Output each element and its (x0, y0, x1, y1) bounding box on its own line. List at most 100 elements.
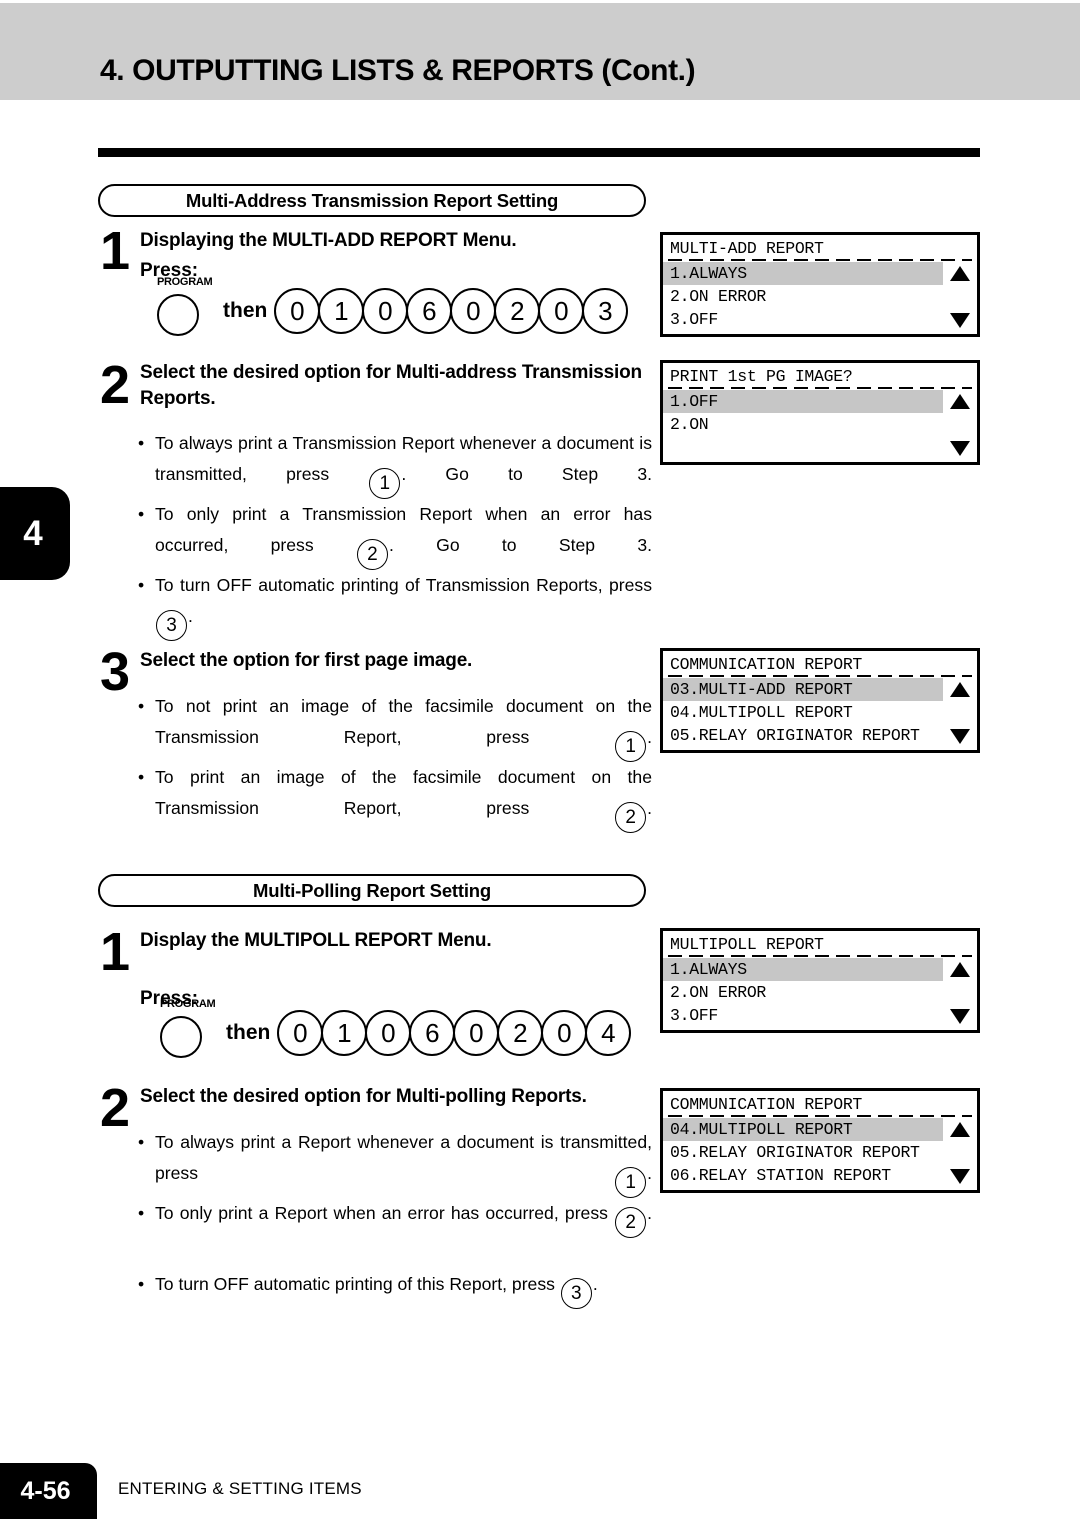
lcd-row-selected[interactable]: 1.ALWAYS (663, 262, 943, 285)
scroll-down-icon[interactable] (950, 441, 970, 456)
lcd-separator (668, 955, 972, 957)
lcd-row[interactable]: 3.OFF (663, 1004, 977, 1027)
inline-key[interactable]: 1 (369, 468, 401, 499)
lcd-row[interactable]: 2.ON ERROR (663, 285, 977, 308)
lcd-row[interactable]: 3.OFF (663, 308, 977, 331)
numeric-key[interactable]: 1 (318, 288, 365, 334)
lcd-separator (668, 1115, 972, 1117)
lcd-panel-print-1st-pg-image: PRINT 1st PG IMAGE? 1.OFF 2.ON (660, 360, 980, 465)
lcd-row-selected[interactable]: 1.ALWAYS (663, 958, 943, 981)
lcd-row[interactable]: 2.ON ERROR (663, 981, 977, 1004)
lcd-body: 1.OFF 2.ON (663, 390, 977, 459)
bullet-dot-icon: • (138, 433, 145, 453)
header-divider-rule (98, 148, 980, 157)
inline-key[interactable]: 1 (615, 731, 647, 762)
bullet-text-post: . (647, 1203, 652, 1223)
bullet-text-post: . Go to Step 3. (401, 464, 652, 484)
bullet-dot-icon: • (138, 504, 145, 524)
scroll-up-icon[interactable] (950, 266, 970, 281)
lcd-row[interactable]: 04.MULTIPOLL REPORT (663, 701, 977, 724)
bullet-text-post: . (592, 1274, 598, 1294)
lcd-row-selected[interactable]: 1.OFF (663, 390, 943, 413)
step-heading-1-2: Select the desired option for Multi-addr… (140, 362, 642, 409)
lcd-panel-communication-report-1: COMMUNICATION REPORT 03.MULTI-ADD REPORT… (660, 648, 980, 753)
scroll-down-icon[interactable] (950, 1169, 970, 1184)
lcd-row[interactable]: 06.RELAY STATION REPORT (663, 1164, 977, 1187)
lcd-body: 1.ALWAYS 2.ON ERROR 3.OFF (663, 958, 977, 1027)
lcd-separator (668, 259, 972, 261)
bullet-item: • To only print a Report when an error ha… (138, 1198, 652, 1269)
numeric-key[interactable]: 0 (274, 288, 321, 334)
numeric-key[interactable]: 2 (494, 288, 541, 334)
bullet-item: • To turn OFF automatic printing of this … (138, 1269, 665, 1309)
scroll-up-icon[interactable] (950, 394, 970, 409)
numeric-key[interactable]: 1 (321, 1010, 368, 1056)
section-title-label: Multi-Polling Report Setting (253, 879, 491, 901)
inline-key[interactable]: 2 (356, 539, 388, 570)
inline-key[interactable]: 3 (156, 610, 187, 641)
step-number-1-3: 3 (100, 642, 131, 702)
lcd-row-selected[interactable]: 04.MULTIPOLL REPORT (663, 1118, 943, 1141)
scroll-down-icon[interactable] (950, 313, 970, 328)
numeric-key-sequence-1-1: 0 1 0 6 0 2 0 3 (274, 288, 629, 334)
numeric-key[interactable]: 4 (585, 1010, 632, 1056)
lcd-row-selected[interactable]: 03.MULTI-ADD REPORT (663, 678, 943, 701)
inline-key[interactable]: 2 (615, 802, 647, 833)
bullet-dot-icon: • (138, 1274, 145, 1294)
bullet-text-pre: To print an image of the facsimile docum… (155, 767, 652, 818)
bullet-text-post: . (647, 1163, 652, 1183)
program-key[interactable]: PROGRAM (155, 276, 213, 336)
numeric-key[interactable]: 2 (497, 1010, 544, 1056)
numeric-key[interactable]: 0 (450, 288, 497, 334)
program-key[interactable]: PROGRAM (158, 998, 216, 1058)
scroll-up-icon[interactable] (950, 962, 970, 977)
step-heading-2-2: Select the desired option for Multi-poll… (140, 1086, 587, 1107)
scroll-down-icon[interactable] (950, 729, 970, 744)
bullet-text-pre: To not print an image of the facsimile d… (155, 696, 652, 747)
footer-running-title: ENTERING & SETTING ITEMS (118, 1479, 362, 1498)
scroll-up-icon[interactable] (950, 682, 970, 697)
numeric-key[interactable]: 0 (541, 1010, 588, 1056)
numeric-key[interactable]: 0 (362, 288, 409, 334)
numeric-key[interactable]: 0 (365, 1010, 412, 1056)
page-title: 4. OUTPUTTING LISTS & REPORTS (Cont.) (100, 54, 696, 87)
step-number-1-2: 2 (100, 355, 131, 415)
step-number-2-2: 2 (100, 1078, 131, 1138)
lcd-row[interactable]: 2.ON (663, 413, 977, 436)
bullet-text-post: . Go to Step 3. (388, 535, 653, 555)
lcd-row[interactable]: 05.RELAY ORIGINATOR REPORT (663, 1141, 977, 1164)
section-title-multi-polling: Multi-Polling Report Setting (98, 874, 646, 907)
bullet-dot-icon: • (138, 767, 145, 787)
bullet-text-pre: To only print a Report when an error has… (155, 1203, 615, 1223)
bullet-text-post: . (647, 798, 652, 818)
lcd-separator (668, 675, 972, 677)
numeric-key[interactable]: 6 (409, 1010, 456, 1056)
section-title-label: Multi-Address Transmission Report Settin… (185, 189, 559, 211)
bullet-text-post: . (647, 727, 652, 747)
chapter-tab: 4 (0, 487, 70, 580)
section-title-multi-address: Multi-Address Transmission Report Settin… (98, 184, 646, 217)
bullet-dot-icon: • (138, 1132, 145, 1152)
lcd-panel-multi-add-report: MULTI-ADD REPORT 1.ALWAYS 2.ON ERROR 3.O… (660, 232, 980, 337)
inline-key[interactable]: 2 (615, 1207, 647, 1238)
key-sequence-row-1-1: PROGRAM then 0 1 0 6 0 2 0 3 (155, 276, 629, 336)
inline-key[interactable]: 3 (560, 1278, 592, 1309)
numeric-key[interactable]: 0 (538, 288, 585, 334)
numeric-key[interactable]: 0 (453, 1010, 500, 1056)
bullet-text-pre: To turn OFF automatic printing of Transm… (155, 575, 652, 595)
program-key-circle-icon (157, 294, 199, 336)
numeric-key[interactable]: 3 (582, 288, 629, 334)
then-label-2-1: then (226, 1021, 271, 1044)
lcd-separator (668, 387, 972, 389)
step-heading-2-1: Display the MULTIPOLL REPORT Menu. (140, 930, 492, 951)
key-sequence-row-2-1: PROGRAM then 0 1 0 6 0 2 0 4 (158, 998, 632, 1058)
bullet-dot-icon: • (138, 575, 145, 595)
lcd-title: MULTIPOLL REPORT (670, 935, 824, 954)
scroll-up-icon[interactable] (950, 1122, 970, 1137)
numeric-key[interactable]: 0 (277, 1010, 324, 1056)
lcd-row[interactable]: 05.RELAY ORIGINATOR REPORT (663, 724, 977, 747)
step-heading-1-1: Displaying the MULTI-ADD REPORT Menu. (140, 230, 517, 251)
scroll-down-icon[interactable] (950, 1009, 970, 1024)
numeric-key[interactable]: 6 (406, 288, 453, 334)
inline-key[interactable]: 1 (615, 1167, 647, 1198)
